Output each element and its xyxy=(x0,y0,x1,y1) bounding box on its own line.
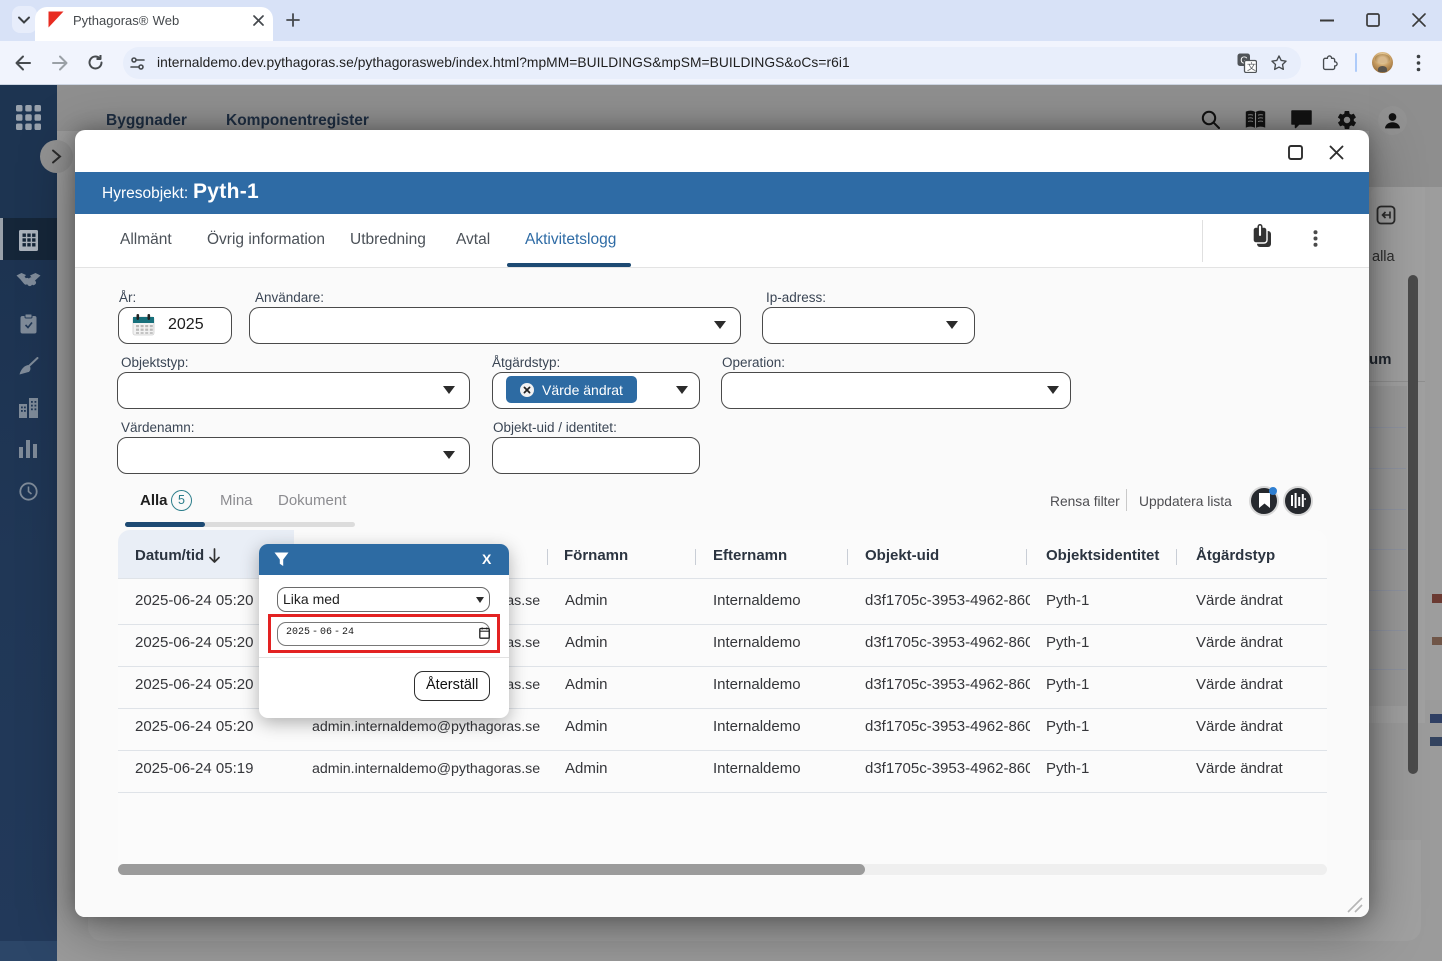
svg-text:文: 文 xyxy=(1247,61,1256,72)
